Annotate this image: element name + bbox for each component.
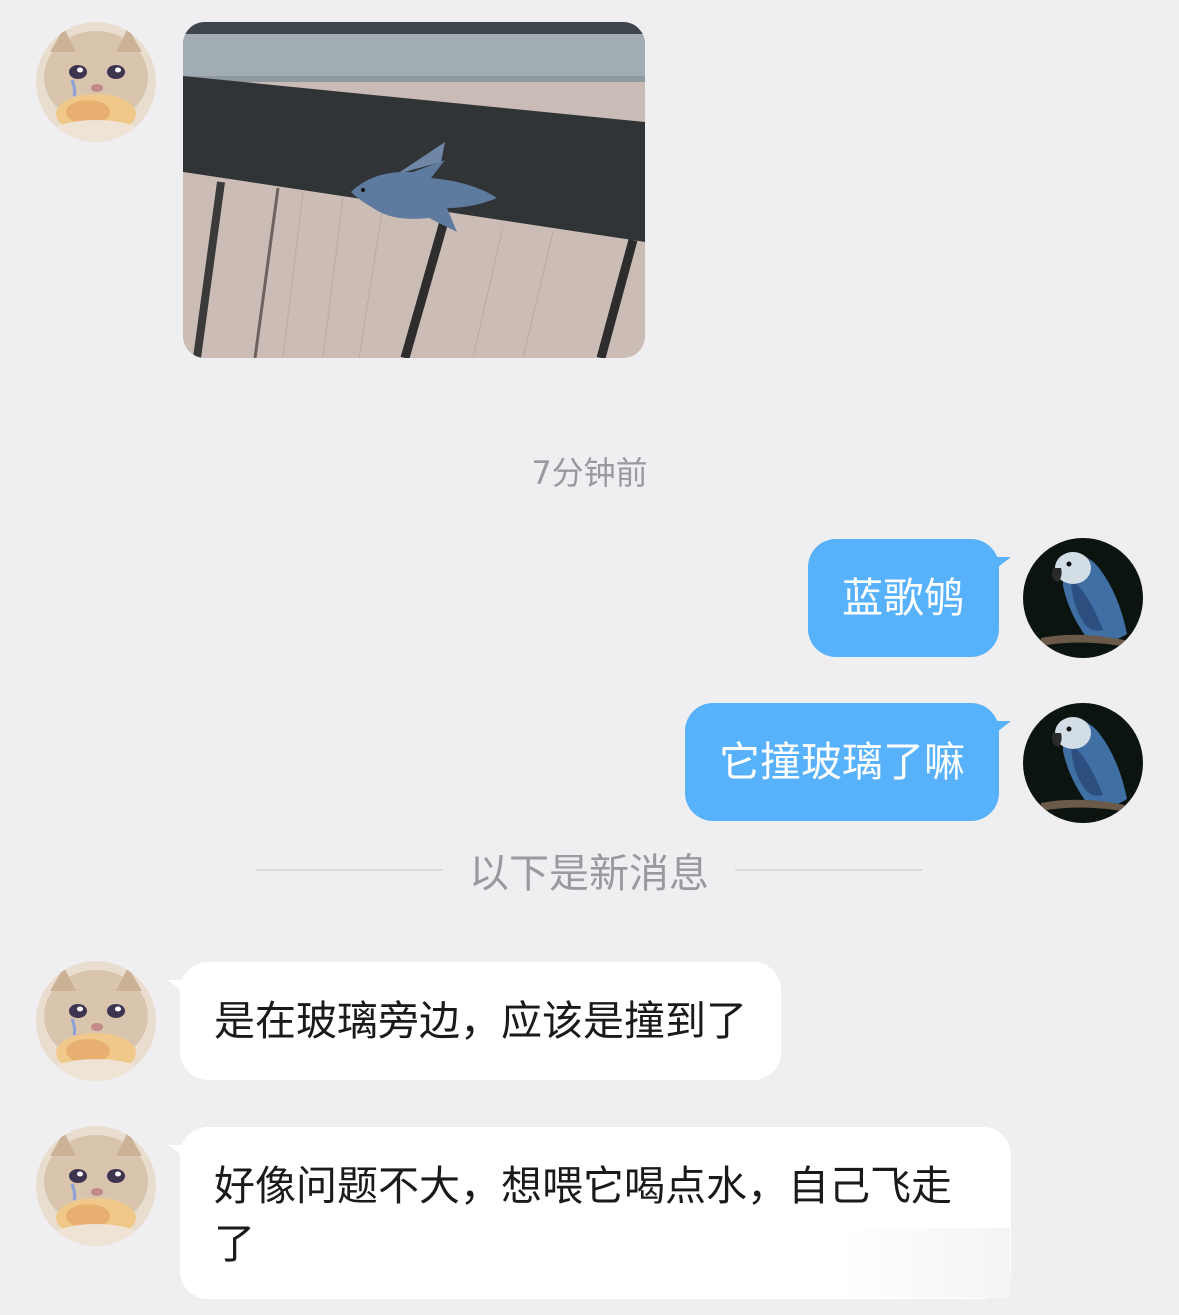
- my-avatar[interactable]: [1023, 538, 1143, 658]
- outgoing-message-bubble[interactable]: 它撞玻璃了嘛: [685, 703, 1011, 821]
- contact-avatar[interactable]: [36, 961, 156, 1081]
- divider-line: [735, 869, 922, 871]
- crying-cat-avatar-icon: [36, 961, 156, 1081]
- contact-avatar[interactable]: [36, 22, 156, 142]
- crying-cat-avatar-icon: [36, 1126, 156, 1246]
- bird-photo-icon: [183, 22, 645, 358]
- contact-avatar[interactable]: [36, 1126, 156, 1246]
- message-text: 蓝歌鸲: [842, 574, 965, 622]
- bubble-fade-overlay: [840, 1228, 1010, 1298]
- message-text: 它撞玻璃了嘛: [719, 738, 965, 786]
- message-timestamp: 7分钟前: [531, 454, 648, 492]
- divider-label: 以下是新消息: [469, 851, 709, 897]
- crying-cat-avatar-icon: [36, 22, 156, 142]
- my-avatar[interactable]: [1023, 703, 1143, 823]
- incoming-message-bubble[interactable]: 是在玻璃旁边，应该是撞到了: [168, 962, 781, 1080]
- outgoing-message-bubble[interactable]: 蓝歌鸲: [808, 539, 1011, 657]
- new-messages-divider: 以下是新消息: [256, 840, 922, 900]
- photo-message[interactable]: [183, 22, 645, 358]
- message-text: 是在玻璃旁边，应该是撞到了: [214, 997, 747, 1045]
- divider-line: [256, 869, 443, 871]
- blue-parrot-avatar-icon: [1023, 703, 1143, 823]
- blue-parrot-avatar-icon: [1023, 538, 1143, 658]
